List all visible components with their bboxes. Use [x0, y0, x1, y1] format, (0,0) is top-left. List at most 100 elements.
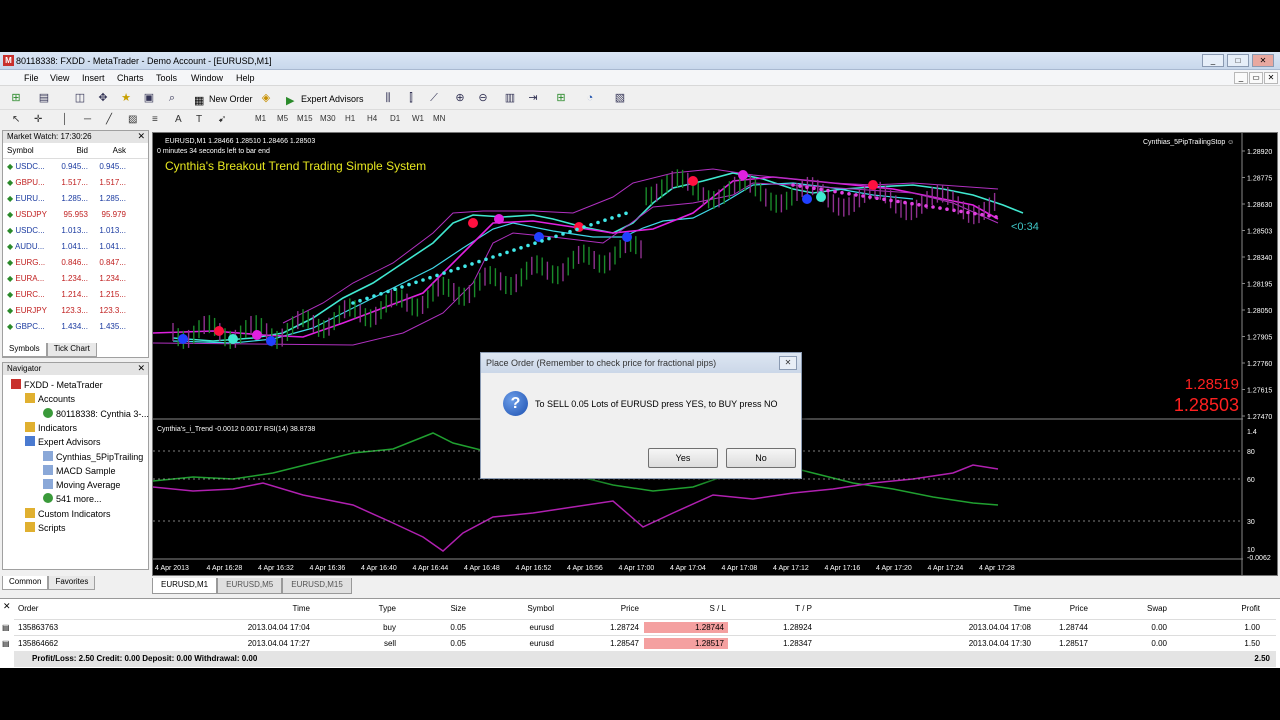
candlestick-icon[interactable]: ⫿	[403, 90, 419, 106]
mdi-close-button[interactable]: ✕	[1264, 72, 1278, 84]
menu-window[interactable]: Window	[191, 73, 223, 83]
zoom-in-icon[interactable]: ⊕	[452, 90, 468, 106]
tree-indicators[interactable]: Indicators	[25, 422, 77, 433]
close-button[interactable]: ✕	[1252, 54, 1274, 67]
line-chart-icon[interactable]: ⟋	[426, 90, 442, 106]
timeframe-m15[interactable]: M15	[297, 114, 313, 123]
tree-custom-indicators[interactable]: Custom Indicators	[25, 508, 111, 519]
tile-windows-icon[interactable]: ▥	[502, 90, 518, 106]
list-item[interactable]: ◆ USDC... 0.945... 0.945...	[3, 159, 148, 175]
expert-advisors-button[interactable]: ▶ Expert Advisors	[282, 89, 369, 107]
horizontal-line-icon[interactable]: ─	[84, 114, 91, 125]
timeframe-d1[interactable]: D1	[390, 114, 400, 123]
timeframe-w1[interactable]: W1	[412, 114, 424, 123]
time-tick-label: 4 Apr 16:52	[516, 565, 552, 572]
list-item[interactable]: ◆ EURU... 1.285... 1.285...	[3, 191, 148, 207]
bar-chart-icon[interactable]: ⫼	[380, 90, 396, 106]
data-window-icon[interactable]: ✥	[95, 90, 111, 106]
new-chart-icon[interactable]: ⊞	[8, 90, 24, 106]
close-icon[interactable]: ✕	[137, 363, 145, 374]
trail-dot	[798, 184, 802, 188]
text-icon[interactable]: A	[175, 114, 182, 125]
sub-tick-label: 30	[1247, 519, 1255, 526]
menu-help[interactable]: Help	[236, 73, 255, 83]
tree-ea-5pip[interactable]: Cynthias_5PipTrailing	[43, 451, 143, 462]
tree-scripts[interactable]: Scripts	[25, 522, 66, 533]
dialog-close-button[interactable]: ✕	[779, 356, 797, 370]
tab-symbols[interactable]: Symbols	[2, 343, 47, 357]
strategy-tester-icon[interactable]: ⌕	[164, 90, 180, 106]
indicators-icon[interactable]: ⊞	[553, 90, 569, 106]
new-order-button[interactable]: ▦ New Order	[190, 89, 258, 107]
table-cell: 1.28347	[783, 639, 812, 648]
menu-file[interactable]: File	[24, 73, 39, 83]
list-item[interactable]: ◆ GBPC... 1.434... 1.435...	[3, 319, 148, 335]
list-item[interactable]: ◆ USDC... 1.013... 1.013...	[3, 223, 148, 239]
ask-value: 1.285...	[99, 194, 126, 203]
chart-tab-eurusd-m1[interactable]: EURUSD,M1	[152, 578, 218, 594]
tab-common[interactable]: Common	[2, 576, 49, 590]
zoom-out-icon[interactable]: ⊖	[475, 90, 491, 106]
menu-insert[interactable]: Insert	[82, 73, 105, 83]
periods-icon[interactable]: ◔	[582, 90, 598, 106]
timeframe-h4[interactable]: H4	[367, 114, 377, 123]
mdi-restore-button[interactable]: ▭	[1249, 72, 1263, 84]
trendline-icon[interactable]: ╱	[106, 114, 112, 125]
navigator-icon[interactable]: ★	[118, 90, 134, 106]
close-icon[interactable]: ✕	[3, 601, 11, 612]
chart-tab-eurusd-m15[interactable]: EURUSD,M15	[282, 578, 352, 594]
trail-dot	[610, 216, 614, 220]
timeframe-m1[interactable]: M1	[255, 114, 266, 123]
terminal-icon[interactable]: ▣	[141, 90, 157, 106]
list-item[interactable]: ◆ GBPU... 1.517... 1.517...	[3, 175, 148, 191]
list-item[interactable]: ◆ EURC... 1.214... 1.215...	[3, 287, 148, 303]
order-icon: ▤	[2, 639, 10, 648]
list-item[interactable]: ◆ AUDU... 1.041... 1.041...	[3, 239, 148, 255]
no-button[interactable]: No	[726, 448, 796, 468]
menu-charts[interactable]: Charts	[117, 73, 144, 83]
maximize-button[interactable]: □	[1227, 54, 1249, 67]
tree-ea-ma[interactable]: Moving Average	[43, 479, 120, 490]
chart-tab-eurusd-m5[interactable]: EURUSD,M5	[217, 578, 283, 594]
market-watch-icon[interactable]: ◫	[72, 90, 88, 106]
mdi-minimize-button[interactable]: _	[1234, 72, 1248, 84]
tree-more[interactable]: 541 more...	[43, 493, 102, 504]
fibonacci-icon[interactable]: ≡	[152, 114, 158, 125]
tab-tick-chart[interactable]: Tick Chart	[46, 343, 97, 357]
list-item[interactable]: ◆ EURJPY 123.3... 123.3...	[3, 303, 148, 319]
arrows-icon[interactable]: ➹	[218, 114, 226, 125]
tree-expert-advisors[interactable]: Expert Advisors	[25, 436, 101, 447]
menu-tools[interactable]: Tools	[156, 73, 177, 83]
timeframe-m30[interactable]: M30	[320, 114, 336, 123]
cursor-icon[interactable]: ↖	[12, 114, 20, 125]
list-item[interactable]: ◆ USDJPY 95.953 95.979	[3, 207, 148, 223]
table-row[interactable]: 135863763 2013.04.04 17:04 buy 0.05 eurusd 1.…	[2, 619, 1276, 635]
tree-account-entry[interactable]: 80118338: Cynthia 3-...	[43, 408, 149, 419]
timeframe-h1[interactable]: H1	[345, 114, 355, 123]
column-ask[interactable]: Ask	[91, 143, 129, 158]
vertical-line-icon[interactable]: │	[62, 114, 68, 125]
column-bid[interactable]: Bid	[53, 143, 91, 158]
list-item[interactable]: ◆ EURA... 1.234... 1.234...	[3, 271, 148, 287]
ask-value: 1.234...	[99, 274, 126, 283]
metaeditor-icon[interactable]: ◈	[258, 90, 274, 106]
tree-ea-macd[interactable]: MACD Sample	[43, 465, 116, 476]
timeframe-mn[interactable]: MN	[433, 114, 445, 123]
timeframe-m5[interactable]: M5	[277, 114, 288, 123]
autoscroll-icon[interactable]: ⇥	[525, 90, 541, 106]
column-symbol[interactable]: Symbol	[3, 143, 53, 158]
tree-accounts[interactable]: Accounts	[25, 393, 75, 404]
close-icon[interactable]: ✕	[137, 131, 145, 142]
crosshair-icon[interactable]: ✛	[34, 114, 42, 125]
tab-favorites[interactable]: Favorites	[48, 576, 96, 590]
menu-view[interactable]: View	[50, 73, 69, 83]
minimize-button[interactable]: _	[1202, 54, 1224, 67]
list-item[interactable]: ◆ EURG... 0.846... 0.847...	[3, 255, 148, 271]
templates-icon[interactable]: ▧	[612, 90, 628, 106]
channel-icon[interactable]: ▨	[128, 114, 137, 125]
table-row[interactable]: 135864662 2013.04.04 17:27 sell 0.05 eurusd 1…	[2, 635, 1276, 651]
tree-root[interactable]: FXDD - MetaTrader	[11, 379, 103, 390]
yes-button[interactable]: Yes	[648, 448, 718, 468]
text-label-icon[interactable]: T	[196, 114, 202, 125]
profiles-icon[interactable]: ▤	[36, 90, 52, 106]
